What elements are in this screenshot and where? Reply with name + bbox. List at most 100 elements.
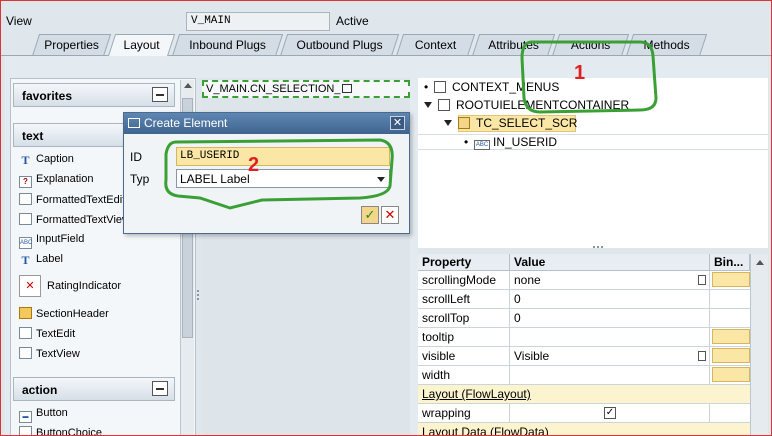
tab-strip: Properties Layout Inbound Plugs Outbound…	[4, 34, 764, 56]
text-edit-icon	[19, 327, 32, 339]
property-name: scrollLeft	[418, 290, 510, 308]
annotation-marker-1: 1	[574, 62, 586, 84]
tree-item-rootuielementcontainer[interactable]: ROOTUIELEMENTCONTAINER	[424, 98, 629, 116]
property-name: scrollingMode	[418, 271, 510, 289]
explanation-icon: ?	[19, 176, 32, 188]
tab-inbound-plugs[interactable]: Inbound Plugs	[172, 34, 284, 56]
grip-icon	[593, 246, 603, 248]
node-icon	[438, 99, 450, 111]
view-name-field[interactable]: V_MAIN	[186, 12, 330, 31]
palette-item-caption[interactable]: T Caption	[19, 153, 73, 171]
table-row[interactable]: visible Visible	[418, 347, 768, 366]
property-name: visible	[418, 347, 510, 365]
cancel-button[interactable]: ✕	[381, 206, 399, 224]
collapse-icon[interactable]	[152, 381, 168, 396]
wrapping-checkbox[interactable]: ✓	[604, 407, 616, 419]
close-button[interactable]: ✕	[390, 116, 405, 130]
scroll-up-icon[interactable]	[184, 83, 192, 88]
dropdown-list-icon[interactable]	[698, 275, 706, 285]
tab-properties[interactable]: Properties	[32, 34, 112, 56]
binding-button[interactable]	[712, 348, 750, 363]
tab-outbound-plugs[interactable]: Outbound Plugs	[280, 34, 400, 56]
property-name: width	[418, 366, 510, 384]
caption-icon: T	[21, 153, 30, 167]
tree-item-context-menus[interactable]: • CONTEXT_MENUS	[424, 80, 559, 98]
palette-item-textedit[interactable]: TextEdit	[19, 327, 75, 345]
label-icon: T	[21, 253, 30, 267]
confirm-button[interactable]: ✓	[361, 206, 379, 224]
button-icon: ▬	[19, 411, 32, 423]
expand-icon[interactable]	[444, 120, 452, 126]
dropdown-list-icon[interactable]	[698, 351, 706, 361]
tab-attributes[interactable]: Attributes	[472, 34, 556, 56]
view-status: Active	[336, 14, 369, 28]
dialog-title: Create Element	[144, 116, 228, 130]
tree-item-tc-select-scr[interactable]: TC_SELECT_SCR	[444, 116, 577, 134]
type-label: Typ	[130, 172, 150, 186]
value-column-header[interactable]: Value	[510, 254, 710, 271]
tree-item-in-userid[interactable]: • ABC IN_USERID	[464, 135, 557, 153]
palette-item-explanation[interactable]: ? Explanation	[19, 173, 94, 191]
property-value[interactable]: 0	[510, 290, 710, 308]
id-field[interactable]: LB_USERID	[176, 147, 390, 166]
binding-button[interactable]	[712, 272, 750, 287]
property-scrollbar[interactable]	[750, 254, 768, 436]
palette-item-button[interactable]: ▬ Button	[19, 407, 68, 425]
copy-icon	[342, 84, 353, 93]
property-value[interactable]: Visible	[510, 347, 710, 365]
table-row[interactable]: wrapping ✓	[418, 404, 768, 423]
container-icon	[458, 117, 470, 129]
type-select[interactable]: LABEL Label	[176, 169, 390, 188]
expand-icon[interactable]	[424, 102, 432, 108]
palette-item-formattedtextedit[interactable]: FormattedTextEdit	[19, 193, 125, 211]
input-field-icon: ABC	[474, 140, 490, 150]
tab-methods[interactable]: Methods	[626, 34, 708, 56]
property-column-header[interactable]: Property	[418, 254, 510, 271]
palette-item-sectionheader[interactable]: SectionHeader	[19, 307, 109, 325]
section-header-icon	[19, 307, 32, 319]
palette-item-formattedtextview[interactable]: FormattedTextView	[19, 213, 130, 231]
binding-column-header[interactable]: Bin...	[710, 254, 750, 271]
property-value[interactable]: 0	[510, 309, 710, 327]
palette-section-action[interactable]: action	[13, 377, 175, 401]
tab-layout[interactable]: Layout	[108, 34, 176, 56]
tab-actions[interactable]: Actions	[552, 34, 630, 56]
property-name: scrollTop	[418, 309, 510, 327]
button-choice-icon	[19, 426, 32, 436]
palette-item-ratingindicator[interactable]: ✕ RatingIndicator	[19, 275, 121, 301]
formatted-text-view-icon	[19, 213, 32, 225]
tab-context[interactable]: Context	[396, 34, 476, 56]
canvas-selection-element[interactable]: V_MAIN.CN_SELECTION_	[202, 80, 410, 98]
category-row-layout-data[interactable]: Layout Data (FlowData)	[418, 423, 768, 436]
property-value[interactable]	[510, 328, 710, 346]
property-name: wrapping	[418, 404, 510, 422]
scroll-up-icon[interactable]	[756, 260, 764, 265]
property-value[interactable]: none	[510, 271, 710, 289]
category-label[interactable]: Layout (FlowLayout)	[418, 385, 748, 403]
input-field-icon: ABC	[19, 237, 32, 249]
property-grid: Property Value Bin... scrollingMode none…	[418, 254, 768, 436]
palette-item-textview[interactable]: TextView	[19, 347, 80, 365]
view-label: View	[6, 14, 32, 28]
property-value[interactable]	[510, 366, 710, 384]
table-row[interactable]: tooltip	[418, 328, 768, 347]
palette-section-favorites[interactable]: favorites	[13, 83, 175, 107]
binding-button[interactable]	[712, 329, 750, 344]
category-label[interactable]: Layout Data (FlowData)	[418, 423, 748, 436]
category-row-layout[interactable]: Layout (FlowLayout)	[418, 385, 768, 404]
table-row[interactable]: scrollingMode none	[418, 271, 768, 290]
create-element-dialog: Create Element ✕ ID LB_USERID Typ LABEL …	[123, 112, 410, 234]
dialog-title-bar[interactable]: Create Element	[124, 113, 409, 134]
window-icon	[128, 118, 140, 128]
palette-item-inputfield[interactable]: ABC InputField	[19, 233, 84, 251]
text-view-icon	[19, 347, 32, 359]
table-row[interactable]: width	[418, 366, 768, 385]
palette-item-buttonchoice[interactable]: ButtonChoice	[19, 426, 102, 436]
table-row[interactable]: scrollTop 0	[418, 309, 768, 328]
palette-item-label[interactable]: T Label	[19, 253, 62, 271]
property-name: tooltip	[418, 328, 510, 346]
table-row[interactable]: scrollLeft 0	[418, 290, 768, 309]
grip-icon	[197, 290, 199, 300]
collapse-icon[interactable]	[152, 87, 168, 102]
binding-button[interactable]	[712, 367, 750, 382]
